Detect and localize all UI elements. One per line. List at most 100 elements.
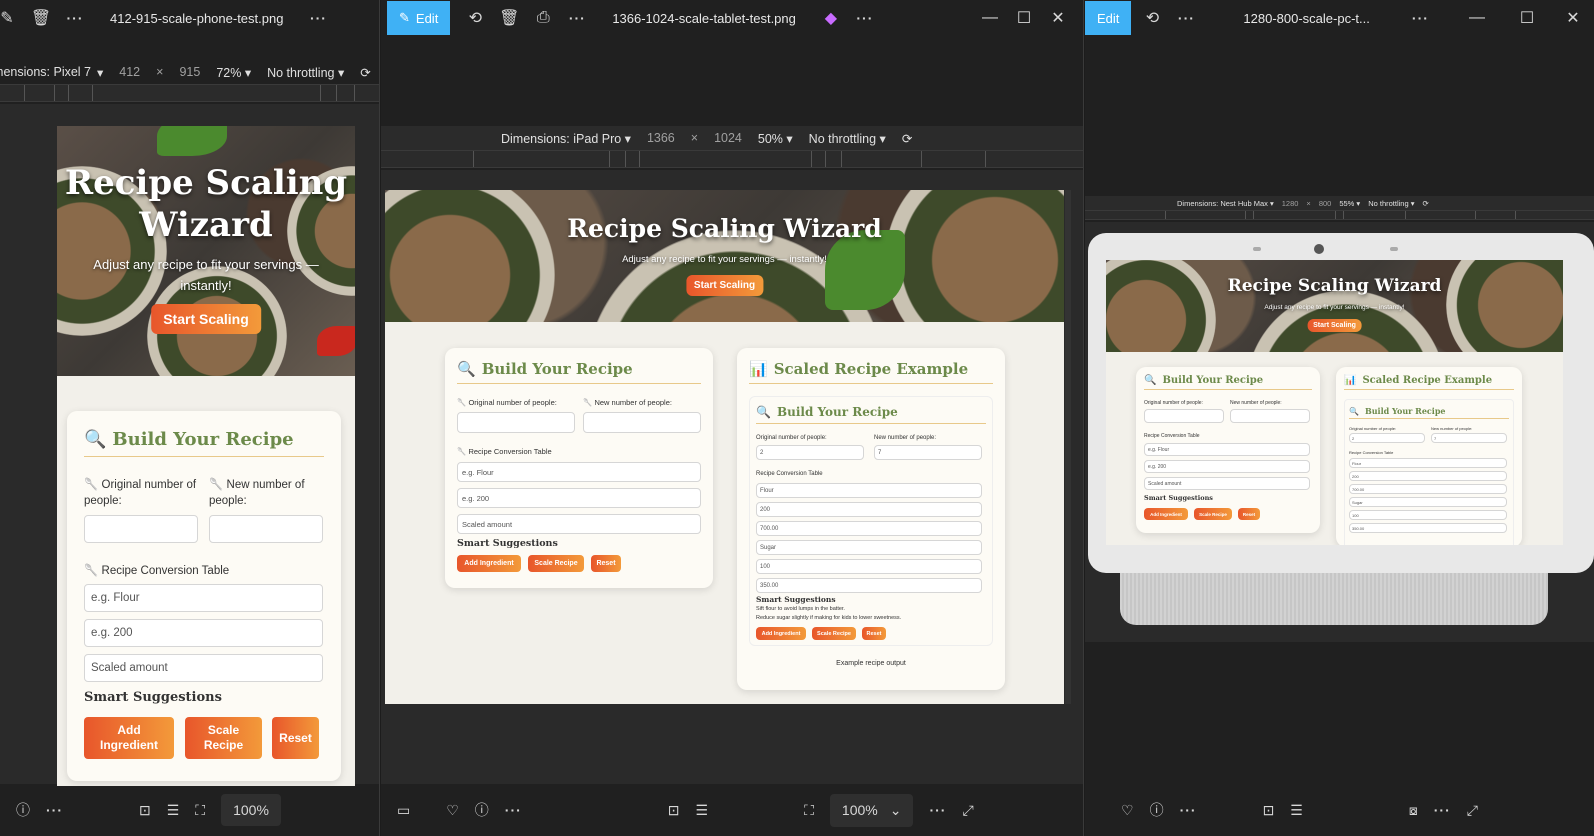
more-options-icon[interactable]: ··· (1180, 802, 1197, 818)
close-icon[interactable]: ✕ (1556, 1, 1590, 35)
visual-search-icon[interactable]: ⊡ (1263, 802, 1275, 819)
print-icon[interactable]: ⎙ (526, 1, 560, 35)
fit-window-icon[interactable]: ⛶ (195, 802, 205, 819)
original-people-input[interactable] (84, 515, 198, 543)
more-options-icon[interactable]: ··· (560, 1, 594, 35)
reset-button[interactable]: Reset (591, 555, 621, 572)
minimize-icon[interactable]: — (1460, 1, 1494, 35)
scale-recipe-button[interactable]: Scale Recipe (528, 555, 584, 572)
height-field[interactable]: 915 (179, 65, 200, 79)
rotate-icon[interactable]: ⟲ (458, 1, 492, 35)
more-options-icon[interactable]: ··· (1403, 1, 1437, 35)
more-options-icon[interactable]: ··· (929, 802, 946, 818)
add-ingredient-button[interactable]: Add Ingredient (457, 555, 521, 572)
scaled-amount-input[interactable]: Scaled amount (84, 654, 323, 682)
edit-icon[interactable]: ✎ (0, 1, 24, 35)
copilot-icon[interactable]: ◆ (814, 1, 848, 35)
scaled-amount-input[interactable]: Scaled amount (457, 514, 701, 534)
start-scaling-button[interactable]: Start Scaling (151, 304, 261, 334)
more-options-icon[interactable]: ··· (1434, 802, 1451, 818)
add-ingredient-button[interactable]: Add Ingredient (84, 717, 174, 759)
page-viewport[interactable]: Recipe Scaling Wizard Adjust any recipe … (385, 190, 1064, 704)
text-scan-icon[interactable]: ☰ (167, 802, 180, 819)
filmstrip-icon[interactable]: ▭ (397, 802, 410, 819)
reset-button[interactable]: Reset (1238, 508, 1260, 520)
more-options-icon[interactable]: ··· (505, 802, 522, 818)
new-people-input[interactable] (209, 515, 323, 543)
ingredient-input[interactable]: e.g. Flour (457, 462, 701, 482)
info-icon[interactable]: ⓘ (475, 800, 489, 820)
heart-icon[interactable]: ♡ (446, 802, 459, 819)
throttle-select[interactable]: No throttling ▾ (809, 131, 886, 146)
add-ingredient-button[interactable]: Add Ingredient (1144, 508, 1188, 520)
device-select[interactable]: Dimensions: iPad Pro ▾ (501, 131, 631, 146)
example-caption: Example recipe output (836, 660, 906, 667)
heart-icon[interactable]: ♡ (1121, 802, 1134, 819)
fullscreen-icon[interactable]: ⤢ (1467, 802, 1478, 819)
reset-button: Reset (862, 627, 886, 640)
zoom-level[interactable]: 100% (221, 794, 281, 826)
original-people-input[interactable] (1144, 409, 1224, 423)
fit-window-icon[interactable]: ⛶ (804, 802, 814, 819)
minimize-icon[interactable]: — (973, 1, 1007, 35)
text-scan-icon[interactable]: ☰ (1290, 802, 1303, 819)
scaled-amount-input[interactable]: Scaled amount (1144, 477, 1310, 490)
device-select[interactable]: Dimensions: Pixel 7 (0, 65, 91, 79)
camera-capture-icon[interactable]: ⧇ (1409, 802, 1418, 819)
edit-button[interactable]: ✎ Edit (387, 1, 451, 35)
original-people-input[interactable] (457, 412, 575, 433)
new-people-input[interactable] (1230, 409, 1310, 423)
throttle-select[interactable]: No throttling ▾ (1368, 199, 1414, 208)
sensor-dot (1390, 247, 1398, 251)
zoom-level[interactable]: 100% ⌄ (829, 793, 914, 827)
ingredient-input[interactable]: e.g. Flour (84, 584, 323, 612)
info-icon[interactable]: ⓘ (1150, 800, 1164, 820)
button-label-line: Recipe (203, 738, 244, 752)
height-field[interactable]: 800 (1319, 199, 1332, 208)
start-scaling-button[interactable]: Start Scaling (685, 275, 764, 296)
rotate-icon[interactable]: ⟳ (1423, 199, 1429, 208)
delete-icon[interactable]: 🗑 (492, 1, 526, 35)
more-options-icon[interactable]: ··· (46, 802, 63, 818)
page-viewport[interactable]: Recipe Scaling Wizard Adjust any recipe … (1106, 260, 1563, 545)
more-options-icon[interactable]: ··· (58, 1, 92, 35)
new-people-input[interactable] (583, 412, 701, 433)
fullscreen-icon[interactable]: ⤢ (962, 802, 973, 819)
card-title: 📊 Scaled Recipe Example (1344, 375, 1514, 390)
device-select[interactable]: Dimensions: Nest Hub Max ▾ (1177, 199, 1274, 208)
zoom-select[interactable]: 72% ▾ (216, 65, 251, 80)
amount-input[interactable]: e.g. 200 (457, 488, 701, 508)
more-options-icon[interactable]: ··· (301, 1, 335, 35)
height-field[interactable]: 1024 (714, 131, 742, 145)
rotate-icon[interactable]: ⟳ (902, 131, 912, 146)
amount-input[interactable]: e.g. 200 (1144, 460, 1310, 473)
edit-button[interactable]: Edit (1085, 1, 1132, 35)
more-options-icon[interactable]: ··· (1169, 1, 1203, 35)
visual-search-icon[interactable]: ⊡ (668, 802, 680, 819)
scale-recipe-button[interactable]: Scale Recipe (185, 717, 262, 759)
page-viewport[interactable]: Recipe Scaling Wizard Adjust any recipe … (57, 126, 355, 786)
close-icon[interactable]: ✕ (1041, 1, 1075, 35)
throttle-select[interactable]: No throttling ▾ (267, 65, 344, 80)
zoom-select[interactable]: 55% ▾ (1339, 199, 1360, 208)
maximize-icon[interactable]: ☐ (1510, 1, 1544, 35)
rotate-icon[interactable]: ⟳ (360, 65, 370, 80)
file-name: 1366-1024-scale-tablet-test.png (612, 10, 796, 26)
width-field[interactable]: 1366 (647, 131, 675, 145)
start-scaling-button[interactable]: Start Scaling (1307, 319, 1362, 332)
more-options-icon[interactable]: ··· (848, 1, 882, 35)
delete-icon[interactable]: 🗑 (24, 1, 58, 35)
amount-input[interactable]: e.g. 200 (84, 619, 323, 647)
visual-search-icon[interactable]: ⊡ (139, 802, 151, 819)
scrollbar[interactable] (1065, 190, 1071, 704)
width-field[interactable]: 412 (119, 65, 140, 79)
info-icon[interactable]: ⓘ (16, 800, 30, 820)
text-scan-icon[interactable]: ☰ (696, 802, 709, 819)
reset-button[interactable]: Reset (272, 717, 319, 759)
scale-recipe-button[interactable]: Scale Recipe (1194, 508, 1232, 520)
rotate-icon[interactable]: ⟲ (1135, 1, 1169, 35)
zoom-select[interactable]: 50% ▾ (758, 131, 793, 146)
ingredient-input[interactable]: e.g. Flour (1144, 443, 1310, 456)
maximize-icon[interactable]: ☐ (1007, 1, 1041, 35)
width-field[interactable]: 1280 (1282, 199, 1299, 208)
